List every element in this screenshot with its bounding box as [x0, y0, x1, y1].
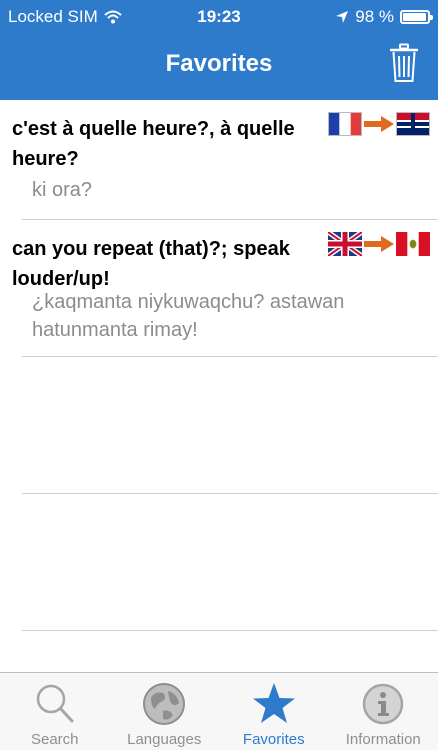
top-bar: Locked SIM 19:23 98 % Favorites	[0, 0, 438, 100]
trash-icon[interactable]	[390, 43, 418, 83]
tab-label: Languages	[127, 731, 202, 748]
favorite-row[interactable]: c'est à quelle heure?, à quelle heure? k…	[0, 100, 438, 220]
globe-icon	[143, 683, 186, 725]
magnifier-icon	[36, 684, 74, 723]
source-phrase: can you repeat (that)?; speak louder/up!	[12, 238, 290, 290]
peru-flag-icon	[396, 232, 430, 256]
tab-favorites[interactable]: Favorites	[219, 673, 329, 750]
favorite-row[interactable]: can you repeat (that)?; speak louder/up!…	[0, 220, 438, 357]
tab-information[interactable]: Information	[329, 673, 438, 750]
translation-phrase: ki ora?	[32, 179, 93, 201]
source-phrase: c'est à quelle heure?, à quelle heure?	[12, 118, 295, 170]
battery-percent: 98 %	[355, 7, 394, 26]
star-icon	[252, 683, 295, 723]
language-pair	[328, 112, 430, 136]
tab-bar: Search Languages Favorites Information	[0, 672, 438, 750]
info-icon	[363, 683, 404, 725]
status-bar: Locked SIM 19:23 98 %	[0, 0, 438, 34]
page-title: Favorites	[165, 50, 273, 77]
arrow-right-icon	[364, 116, 394, 132]
location-arrow-icon	[336, 11, 349, 23]
tab-label: Favorites	[242, 731, 305, 748]
favorites-list: c'est à quelle heure?, à quelle heure? k…	[0, 100, 438, 672]
empty-row	[0, 494, 438, 631]
tab-search[interactable]: Search	[0, 673, 110, 750]
empty-row	[0, 357, 438, 494]
language-pair	[328, 232, 430, 256]
arrow-right-icon	[364, 236, 394, 252]
uk-flag-icon	[328, 232, 362, 256]
translation-phrase: ¿kaqmanta niykuwaqchu? astawan hatunmant…	[32, 291, 345, 341]
tab-label: Search	[30, 731, 79, 748]
tab-label: Information	[345, 731, 421, 748]
france-flag-icon	[328, 112, 362, 136]
row-divider	[22, 630, 438, 631]
tab-languages[interactable]: Languages	[110, 673, 220, 750]
battery-icon	[400, 10, 433, 24]
status-right: 98 %	[335, 7, 433, 27]
target-flag-icon	[396, 112, 430, 136]
